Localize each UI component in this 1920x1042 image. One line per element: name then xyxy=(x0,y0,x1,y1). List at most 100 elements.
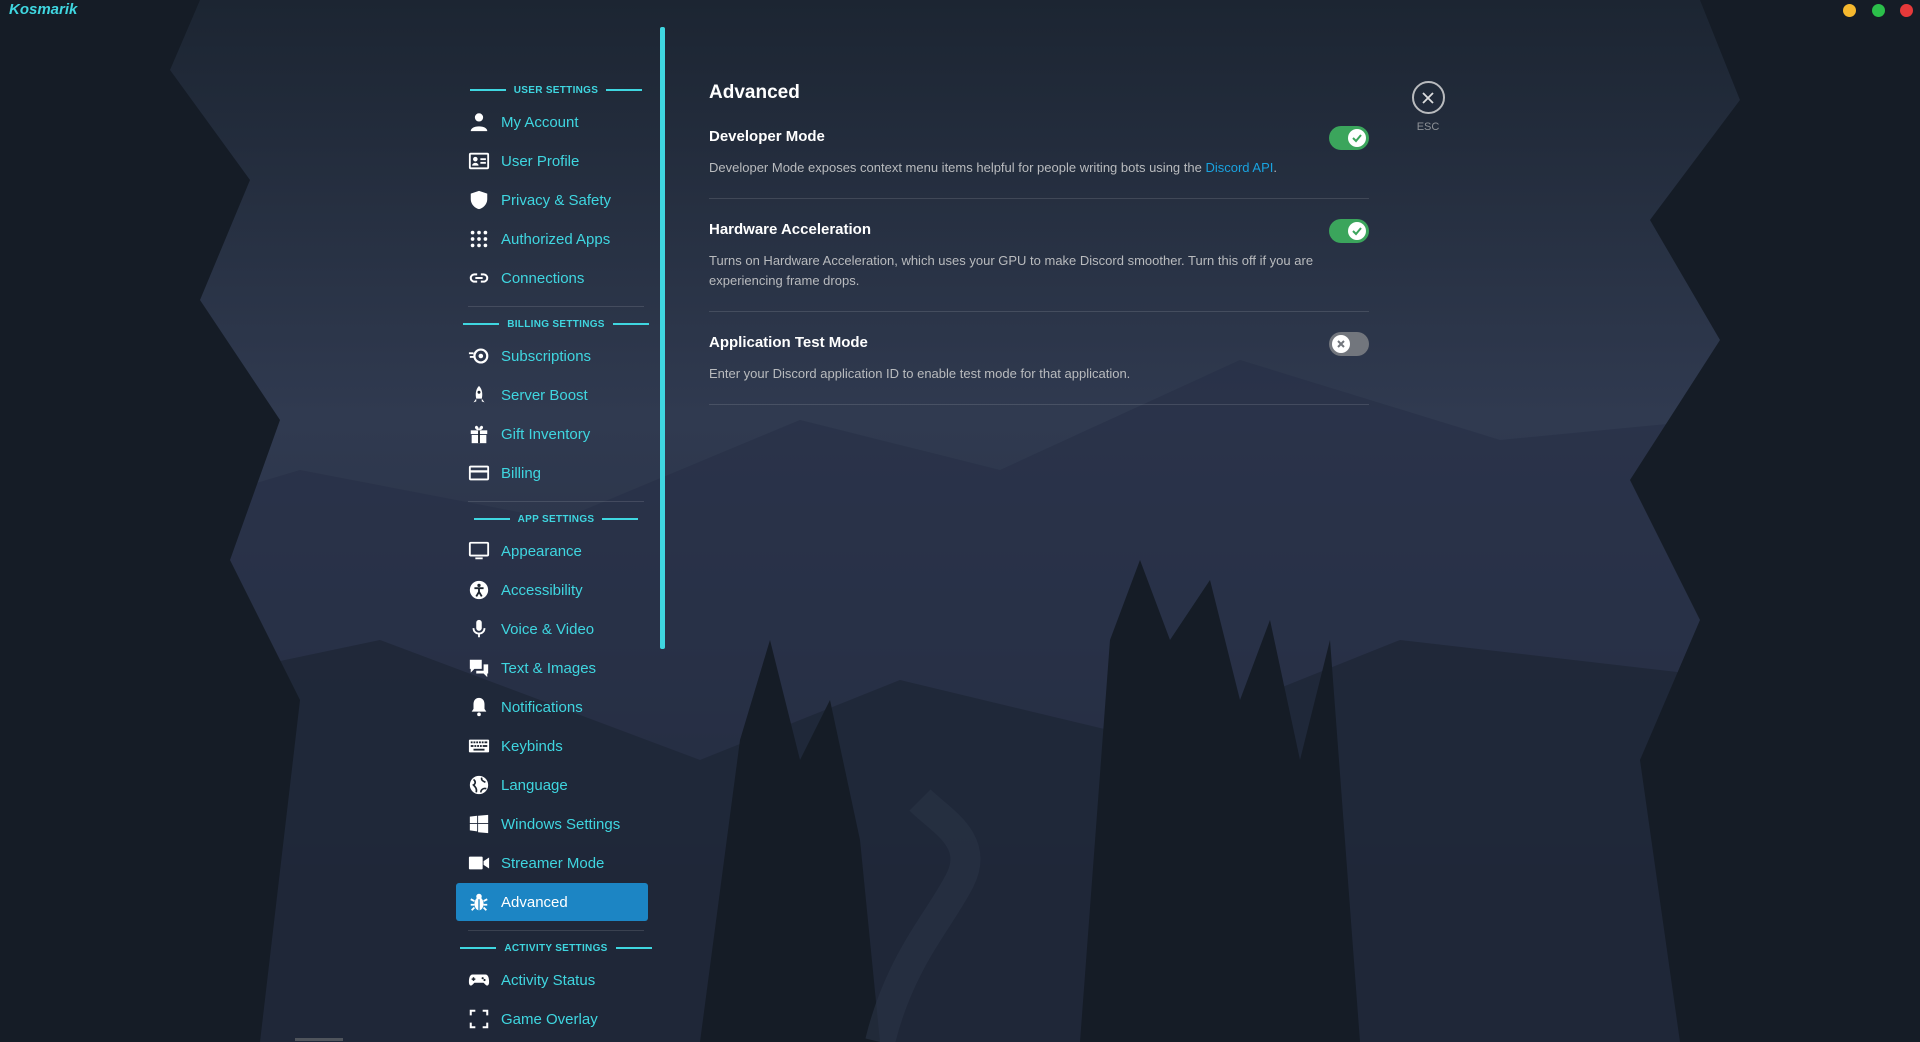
sidebar-scrollbar[interactable] xyxy=(660,27,665,649)
setting-description-developer-mode: Developer Mode exposes context menu item… xyxy=(709,160,1277,175)
sidebar-item-label: Appearance xyxy=(501,542,582,560)
sidebar-item-label: Language xyxy=(501,776,568,794)
sidebar-item-accessibility[interactable]: Accessibility xyxy=(456,571,648,609)
sidebar-item-label: Activity Status xyxy=(501,971,596,989)
sidebar-item-privacy-safety[interactable]: Privacy & Safety xyxy=(456,181,648,219)
sidebar-item-keybinds[interactable]: Keybinds xyxy=(456,727,648,765)
sidebar-item-user-profile[interactable]: User Profile xyxy=(456,142,648,180)
sidebar-item-label: Gift Inventory xyxy=(501,425,591,443)
application-test-mode-toggle[interactable] xyxy=(1329,332,1369,356)
sidebar-item-gift-inventory[interactable]: Gift Inventory xyxy=(456,415,648,453)
developer-mode-toggle[interactable] xyxy=(1329,126,1369,150)
esc-label: ESC xyxy=(1416,121,1440,133)
bug-icon xyxy=(467,890,491,914)
sidebar-item-label: Authorized Apps xyxy=(501,230,611,248)
credit-card-icon xyxy=(467,461,491,485)
chat-bubbles-icon xyxy=(467,656,491,680)
divider xyxy=(468,306,644,307)
accessibility-icon xyxy=(467,578,491,602)
sidebar-item-label: Game Overlay xyxy=(501,1010,598,1028)
bell-icon xyxy=(467,695,491,719)
toggle-knob xyxy=(1348,129,1366,147)
sidebar-item-label: Notifications xyxy=(501,698,583,716)
setting-title-hardware-acceleration: Hardware Acceleration xyxy=(709,221,872,238)
gift-icon xyxy=(467,422,491,446)
toggle-knob xyxy=(1332,335,1350,353)
sidebar-item-appearance[interactable]: Appearance xyxy=(456,532,648,570)
sidebar-item-label: Text & Images xyxy=(501,659,597,677)
sidebar-item-label: Windows Settings xyxy=(501,815,621,833)
sidebar-item-label: Privacy & Safety xyxy=(501,191,612,209)
sidebar-item-subscriptions[interactable]: Subscriptions xyxy=(456,337,648,375)
title-bar: Kosmarik xyxy=(0,0,1920,22)
separator xyxy=(709,404,1369,405)
sidebar-item-label: Connections xyxy=(501,269,585,287)
sidebar-item-label: Keybinds xyxy=(501,737,563,755)
sidebar-item-label: Billing xyxy=(501,464,542,482)
overlay-icon xyxy=(467,1007,491,1031)
sidebar-item-server-boost[interactable]: Server Boost xyxy=(456,376,648,414)
sidebar-item-label: Streamer Mode xyxy=(501,854,605,872)
windows-icon xyxy=(467,812,491,836)
sidebar-item-streamer-mode[interactable]: Streamer Mode xyxy=(456,844,648,882)
minimize-button[interactable] xyxy=(1843,4,1856,17)
gamepad-icon xyxy=(467,968,491,992)
sidebar-item-label: My Account xyxy=(501,113,579,131)
boost-icon xyxy=(467,383,491,407)
sidebar-item-label: Voice & Video xyxy=(501,620,595,638)
setting-title-developer-mode: Developer Mode xyxy=(709,128,825,145)
sidebar-item-label: User Profile xyxy=(501,152,580,170)
window-close-button[interactable] xyxy=(1900,4,1913,17)
sidebar-item-language[interactable]: Language xyxy=(456,766,648,804)
sidebar-item-text-images[interactable]: Text & Images xyxy=(456,649,648,687)
check-icon xyxy=(1352,227,1362,236)
shield-icon xyxy=(467,188,491,212)
sidebar-item-activity-status[interactable]: Activity Status xyxy=(456,961,648,999)
sidebar-item-label: Accessibility xyxy=(501,581,583,599)
divider xyxy=(468,501,644,502)
monitor-icon xyxy=(467,539,491,563)
camera-icon xyxy=(467,851,491,875)
setting-description-hardware-acceleration: Turns on Hardware Acceleration, which us… xyxy=(709,253,1314,288)
sidebar-item-connections[interactable]: Connections xyxy=(456,259,648,297)
separator xyxy=(709,198,1369,199)
check-icon xyxy=(1352,134,1362,143)
sidebar-item-game-overlay[interactable]: Game Overlay xyxy=(456,1000,648,1038)
discord-api-link[interactable]: Discord API xyxy=(1205,160,1273,175)
maximize-button[interactable] xyxy=(1872,4,1885,17)
sidebar-item-windows-settings[interactable]: Windows Settings xyxy=(456,805,648,843)
grid-icon xyxy=(467,227,491,251)
background-scenery xyxy=(0,0,1920,1042)
sidebar-item-billing[interactable]: Billing xyxy=(456,454,648,492)
toggle-knob xyxy=(1348,222,1366,240)
setting-title-application-test-mode: Application Test Mode xyxy=(709,334,868,351)
nitro-icon xyxy=(467,344,491,368)
sidebar-item-notifications[interactable]: Notifications xyxy=(456,688,648,726)
section-header-app-settings: APP SETTINGS xyxy=(456,512,656,526)
app-name: Kosmarik xyxy=(9,1,78,18)
sidebar-item-label: Server Boost xyxy=(501,386,588,404)
close-settings: ESC xyxy=(1409,81,1447,133)
section-header-activity-settings: ACTIVITY SETTINGS xyxy=(456,941,656,955)
separator xyxy=(709,311,1369,312)
sidebar-item-label: Subscriptions xyxy=(501,347,592,365)
link-icon xyxy=(467,266,491,290)
sidebar-item-advanced[interactable]: Advanced xyxy=(456,883,648,921)
globe-icon xyxy=(467,773,491,797)
sidebar-item-label: Advanced xyxy=(501,893,568,911)
close-button[interactable] xyxy=(1411,81,1445,114)
hardware-acceleration-toggle[interactable] xyxy=(1329,219,1369,243)
sidebar-item-my-account[interactable]: My Account xyxy=(456,103,648,141)
sidebar-item-authorized-apps[interactable]: Authorized Apps xyxy=(456,220,648,258)
section-header-billing-settings: BILLING SETTINGS xyxy=(456,317,656,331)
x-icon xyxy=(1337,340,1345,348)
user-icon xyxy=(467,110,491,134)
page-title: Advanced xyxy=(709,82,800,103)
microphone-icon xyxy=(467,617,491,641)
section-header-user-settings: USER SETTINGS xyxy=(456,83,656,97)
id-card-icon xyxy=(467,149,491,173)
close-icon xyxy=(1422,91,1434,104)
bottom-scroll-indicator xyxy=(295,1038,343,1041)
sidebar-item-voice-video[interactable]: Voice & Video xyxy=(456,610,648,648)
keyboard-icon xyxy=(467,734,491,758)
